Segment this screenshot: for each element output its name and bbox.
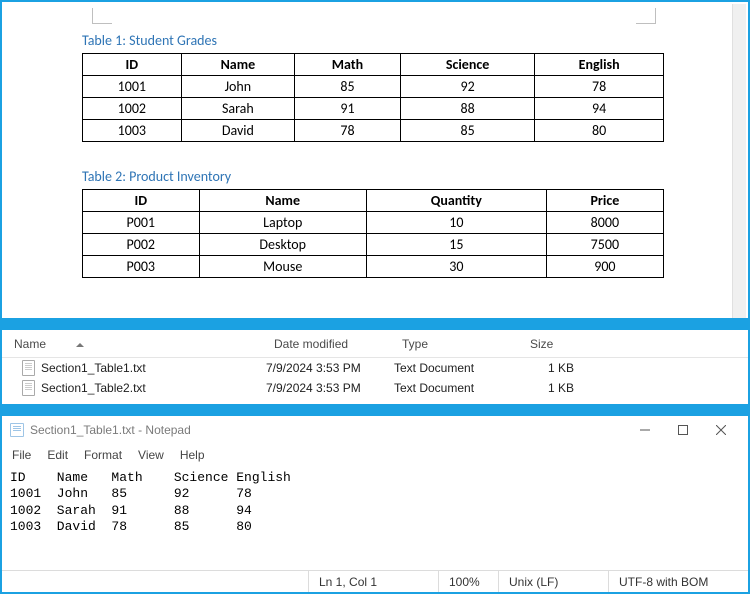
- vertical-scrollbar[interactable]: [732, 4, 746, 318]
- table2-title: Table 2: Product Inventory: [82, 168, 664, 185]
- close-button[interactable]: [702, 419, 740, 441]
- status-encoding: UTF-8 with BOM: [608, 571, 748, 592]
- list-item[interactable]: Section1_Table2.txt 7/9/2024 3:53 PM Tex…: [2, 378, 748, 398]
- table1-r0c4: 78: [535, 76, 664, 98]
- text-file-icon: [22, 360, 35, 376]
- document-body: Table 1: Student Grades ID Name Math Sci…: [82, 8, 664, 278]
- table1-h0: ID: [83, 54, 182, 76]
- table-row: P001Laptop108000: [83, 212, 664, 234]
- menu-view[interactable]: View: [136, 446, 166, 464]
- table1-r1c4: 94: [535, 98, 664, 120]
- notepad-icon: [10, 423, 24, 437]
- explorer-header: Name Date modified Type Size: [2, 330, 748, 358]
- table1-h1: Name: [181, 54, 294, 76]
- table2-r1c1: Desktop: [199, 234, 366, 256]
- status-bar: Ln 1, Col 1 100% Unix (LF) UTF-8 with BO…: [2, 570, 748, 592]
- col-header-name-label: Name: [14, 337, 46, 351]
- file-name: Section1_Table1.txt: [41, 361, 146, 375]
- table-row: 1002Sarah918894: [83, 98, 664, 120]
- table2-r2c2: 30: [366, 256, 546, 278]
- window-title: Section1_Table1.txt - Notepad: [30, 423, 191, 437]
- menu-format[interactable]: Format: [82, 446, 124, 464]
- table2: ID Name Quantity Price P001Laptop108000 …: [82, 189, 664, 278]
- file-date: 7/9/2024 3:53 PM: [258, 381, 386, 395]
- col-header-type[interactable]: Type: [394, 337, 522, 351]
- table1-h2: Math: [295, 54, 401, 76]
- table1: ID Name Math Science English 1001John859…: [82, 53, 664, 142]
- table-row: P002Desktop157500: [83, 234, 664, 256]
- file-date: 7/9/2024 3:53 PM: [258, 361, 386, 375]
- table1-r2c2: 78: [295, 120, 401, 142]
- table1-r1c1: Sarah: [181, 98, 294, 120]
- window-titlebar[interactable]: Section1_Table1.txt - Notepad: [2, 416, 748, 444]
- col-header-date[interactable]: Date modified: [266, 337, 394, 351]
- file-type: Text Document: [386, 381, 514, 395]
- table1-h3: Science: [400, 54, 534, 76]
- table2-r2c0: P003: [83, 256, 200, 278]
- menu-file[interactable]: File: [10, 446, 33, 464]
- table2-r0c0: P001: [83, 212, 200, 234]
- table1-r2c0: 1003: [83, 120, 182, 142]
- notepad-panel: Section1_Table1.txt - Notepad File Edit …: [0, 410, 750, 594]
- file-size: 1 KB: [514, 381, 614, 395]
- table1-r0c1: John: [181, 76, 294, 98]
- col-header-name[interactable]: Name: [6, 337, 266, 351]
- maximize-button[interactable]: [664, 419, 702, 441]
- table1-r0c3: 92: [400, 76, 534, 98]
- status-zoom: 100%: [438, 571, 498, 592]
- status-cursor: Ln 1, Col 1: [308, 571, 438, 592]
- table2-r1c2: 15: [366, 234, 546, 256]
- document-panel: Table 1: Student Grades ID Name Math Sci…: [0, 0, 750, 324]
- table2-h1: Name: [199, 190, 366, 212]
- table2-h0: ID: [83, 190, 200, 212]
- table2-h2: Quantity: [366, 190, 546, 212]
- table2-h3: Price: [546, 190, 663, 212]
- menu-help[interactable]: Help: [178, 446, 207, 464]
- table2-r2c1: Mouse: [199, 256, 366, 278]
- table2-r2c3: 900: [546, 256, 663, 278]
- list-item[interactable]: Section1_Table1.txt 7/9/2024 3:53 PM Tex…: [2, 358, 748, 378]
- table2-r0c1: Laptop: [199, 212, 366, 234]
- table2-r1c3: 7500: [546, 234, 663, 256]
- table2-r1c0: P002: [83, 234, 200, 256]
- table1-r2c3: 85: [400, 120, 534, 142]
- file-type: Text Document: [386, 361, 514, 375]
- table1-r0c0: 1001: [83, 76, 182, 98]
- table1-title: Table 1: Student Grades: [82, 32, 664, 49]
- table1-r1c2: 91: [295, 98, 401, 120]
- table-row: 1001John859278: [83, 76, 664, 98]
- table1-r1c3: 88: [400, 98, 534, 120]
- table2-r0c2: 10: [366, 212, 546, 234]
- table-row: 1003David788580: [83, 120, 664, 142]
- table-row: P003Mouse30900: [83, 256, 664, 278]
- text-editor[interactable]: ID Name Math Science English 1001 John 8…: [2, 466, 748, 570]
- status-eol: Unix (LF): [498, 571, 608, 592]
- table1-h4: English: [535, 54, 664, 76]
- text-file-icon: [22, 380, 35, 396]
- sort-asc-icon: [76, 339, 84, 347]
- minimize-button[interactable]: [626, 419, 664, 441]
- menu-bar: File Edit Format View Help: [2, 444, 748, 466]
- table1-r2c4: 80: [535, 120, 664, 142]
- table1-r0c2: 85: [295, 76, 401, 98]
- file-size: 1 KB: [514, 361, 614, 375]
- file-name: Section1_Table2.txt: [41, 381, 146, 395]
- col-header-size[interactable]: Size: [522, 337, 622, 351]
- menu-edit[interactable]: Edit: [45, 446, 70, 464]
- table1-r2c1: David: [181, 120, 294, 142]
- table2-r0c3: 8000: [546, 212, 663, 234]
- table1-r1c0: 1002: [83, 98, 182, 120]
- explorer-panel: Name Date modified Type Size Section1_Ta…: [0, 324, 750, 410]
